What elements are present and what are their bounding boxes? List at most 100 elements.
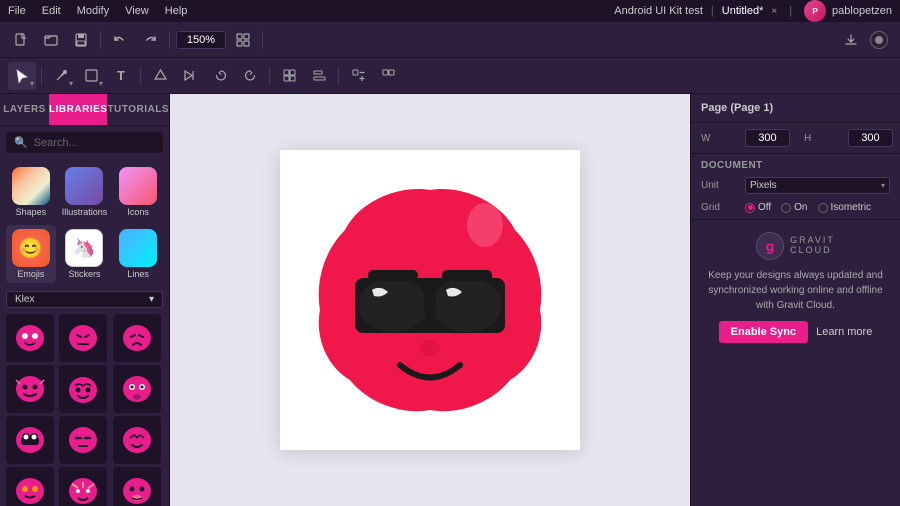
tab-layers[interactable]: LAYERS xyxy=(0,94,49,125)
group-btn[interactable] xyxy=(275,62,303,90)
lines-icon xyxy=(119,229,157,267)
emoji-grid xyxy=(6,314,163,506)
emoji-10[interactable] xyxy=(6,467,54,506)
right-panel: Page (Page 1) W H Document Unit Pixels ▾… xyxy=(690,94,900,506)
lib-lines-label: Lines xyxy=(127,269,149,279)
tab-separator: | xyxy=(711,5,714,17)
search-icon: 🔍 xyxy=(14,136,28,149)
emojis-icon: 😊 xyxy=(12,229,50,267)
menu-view[interactable]: View xyxy=(125,5,149,17)
username: pablopetzen xyxy=(832,5,892,17)
menu-file[interactable]: File xyxy=(8,5,26,17)
emoji-filter-dropdown[interactable]: Klex ▾ xyxy=(6,291,163,308)
grid-label: Grid xyxy=(701,202,737,213)
text-tool[interactable]: T xyxy=(107,62,135,90)
lib-stickers[interactable]: 🦄 Stickers xyxy=(60,225,110,283)
grid-isometric[interactable]: Isometric xyxy=(818,202,872,213)
left-panel: LAYERS LIBRARIES TUTORIALS 🔍 Shapes Illu… xyxy=(0,94,170,506)
zoom-level[interactable]: 150% xyxy=(176,31,226,49)
lib-illustrations[interactable]: Illustrations xyxy=(60,163,110,221)
emoji-12[interactable] xyxy=(113,467,161,506)
record-icon xyxy=(870,31,888,49)
tool-sep4 xyxy=(338,67,339,85)
flip-btn[interactable] xyxy=(176,62,204,90)
sep1 xyxy=(100,31,101,49)
lib-shapes[interactable]: Shapes xyxy=(6,163,56,221)
height-input[interactable] xyxy=(848,129,893,147)
emoji-11[interactable] xyxy=(59,467,107,506)
tool-sep1 xyxy=(41,67,42,85)
menu-edit[interactable]: Edit xyxy=(42,5,61,17)
component-btn[interactable] xyxy=(374,62,402,90)
menu-modify[interactable]: Modify xyxy=(77,5,109,17)
transform-btn[interactable] xyxy=(146,62,174,90)
enable-sync-button[interactable]: Enable Sync xyxy=(719,321,808,343)
radio-iso-dot xyxy=(818,203,828,213)
size-row: W H xyxy=(691,123,900,154)
emoji-7[interactable] xyxy=(6,416,54,464)
align-btn[interactable] xyxy=(305,62,333,90)
menu-help[interactable]: Help xyxy=(165,5,188,17)
learn-more-button[interactable]: Learn more xyxy=(816,326,872,338)
more-btn[interactable] xyxy=(344,62,372,90)
tool-sep3 xyxy=(269,67,270,85)
lib-icons[interactable]: Icons xyxy=(113,163,163,221)
open-btn[interactable] xyxy=(38,27,64,53)
emoji-2[interactable] xyxy=(59,314,107,362)
emoji-9[interactable] xyxy=(113,416,161,464)
export-btn[interactable] xyxy=(838,27,864,53)
user-info[interactable]: P pablopetzen xyxy=(804,0,892,22)
lib-emojis[interactable]: 😊 Emojis xyxy=(6,225,56,283)
emoji-6[interactable] xyxy=(113,365,161,413)
document-section: Document Unit Pixels ▾ Grid Off xyxy=(691,154,900,220)
emoji-filter: Klex ▾ xyxy=(6,291,163,308)
shape-tool[interactable]: ▾ xyxy=(77,62,105,90)
search-bar[interactable]: 🔍 xyxy=(6,132,163,153)
emoji-5[interactable] xyxy=(59,365,107,413)
tab-close[interactable]: × xyxy=(771,6,777,17)
width-input[interactable] xyxy=(745,129,790,147)
tab-android-kit[interactable]: Android UI Kit test xyxy=(614,5,703,17)
gravit-g-icon: g xyxy=(756,232,784,260)
present-btn[interactable] xyxy=(866,27,892,53)
tools-row: ▾ ▾ ▾ T xyxy=(0,58,900,94)
cloud-section: g gravit cloud Keep your designs always … xyxy=(691,220,900,355)
tab-untitled[interactable]: Untitled* xyxy=(722,5,764,17)
cloud-buttons: Enable Sync Learn more xyxy=(719,321,873,343)
select-tool[interactable]: ▾ xyxy=(8,62,36,90)
unit-select[interactable]: Pixels ▾ xyxy=(745,177,890,194)
toolbar: 150% xyxy=(0,22,900,58)
search-input[interactable] xyxy=(34,137,176,149)
lib-emojis-label: Emojis xyxy=(17,269,44,279)
fit-btn[interactable] xyxy=(230,27,256,53)
new-btn[interactable] xyxy=(8,27,34,53)
canvas-area[interactable] xyxy=(170,94,690,506)
emoji-canvas xyxy=(300,170,560,430)
unit-label: Unit xyxy=(701,180,737,191)
redo-btn[interactable] xyxy=(137,27,163,53)
tool-sep2 xyxy=(140,67,141,85)
grid-radio-group: Off On Isometric xyxy=(745,202,871,213)
tab-libraries[interactable]: LIBRARIES xyxy=(49,94,107,125)
save-btn[interactable] xyxy=(68,27,94,53)
lib-icons-label: Icons xyxy=(127,207,149,217)
grid-off[interactable]: Off xyxy=(745,202,771,213)
grid-on[interactable]: On xyxy=(781,202,807,213)
lib-lines[interactable]: Lines xyxy=(113,225,163,283)
sep2 xyxy=(169,31,170,49)
shapes-icon xyxy=(12,167,50,205)
pen-tool[interactable]: ▾ xyxy=(47,62,75,90)
radio-on-dot xyxy=(781,203,791,213)
emoji-1[interactable] xyxy=(6,314,54,362)
lib-shapes-label: Shapes xyxy=(16,207,47,217)
tab-tutorials[interactable]: TUTORIALS xyxy=(107,94,169,125)
lib-stickers-label: Stickers xyxy=(68,269,100,279)
emoji-8[interactable] xyxy=(59,416,107,464)
cloud-description: Keep your designs always updated and syn… xyxy=(701,268,890,313)
emoji-4[interactable] xyxy=(6,365,54,413)
redo-transform-btn[interactable] xyxy=(236,62,264,90)
undo-btn[interactable] xyxy=(107,27,133,53)
library-grid: Shapes Illustrations Icons 😊 Emojis 🦄 St… xyxy=(0,159,169,287)
emoji-3[interactable] xyxy=(113,314,161,362)
undo-transform-btn[interactable] xyxy=(206,62,234,90)
